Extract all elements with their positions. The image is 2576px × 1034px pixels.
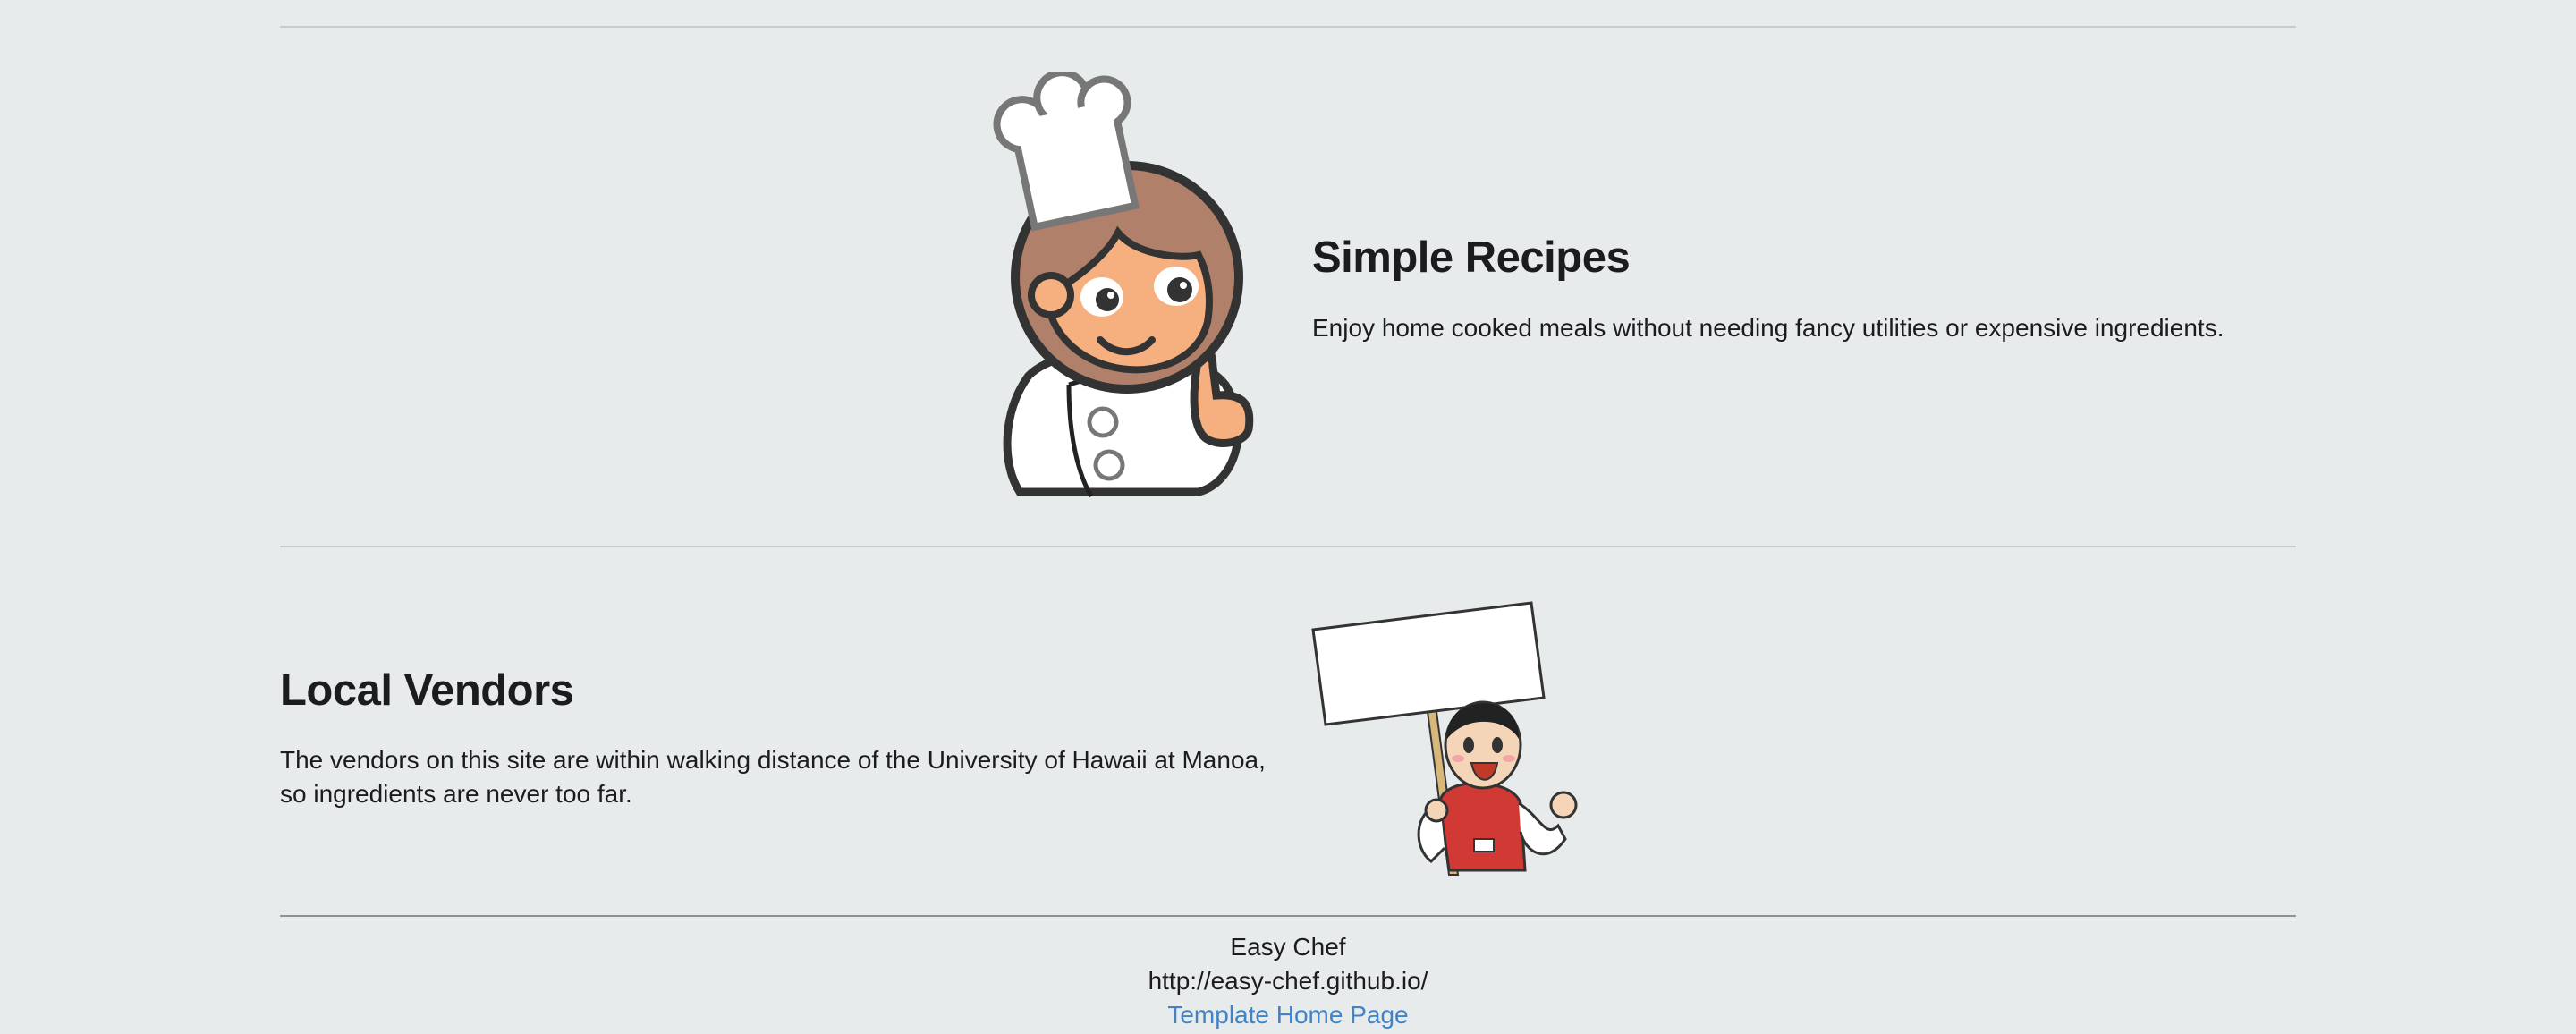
feature-title-simple-recipes: Simple Recipes (1312, 233, 1631, 282)
footer-divider (280, 915, 2296, 917)
template-home-page-link[interactable]: Template Home Page (1167, 1001, 1408, 1029)
footer: Easy Chef http://easy-chef.github.io/ Te… (0, 930, 2576, 1032)
footer-site-url: http://easy-chef.github.io/ (1148, 967, 1428, 995)
top-divider (280, 26, 2296, 28)
chef-thumbs-up-illustration (993, 72, 1254, 498)
feature-description-local-vendors: The vendors on this site are within walk… (280, 746, 1266, 808)
feature-description-simple-recipes: Enjoy home cooked meals without needing … (1312, 314, 2224, 342)
footer-site-name: Easy Chef (1230, 933, 1346, 961)
vendor-holding-sign-illustration (1311, 601, 1578, 876)
section-divider (280, 546, 2296, 547)
feature-title-local-vendors: Local Vendors (280, 666, 574, 715)
